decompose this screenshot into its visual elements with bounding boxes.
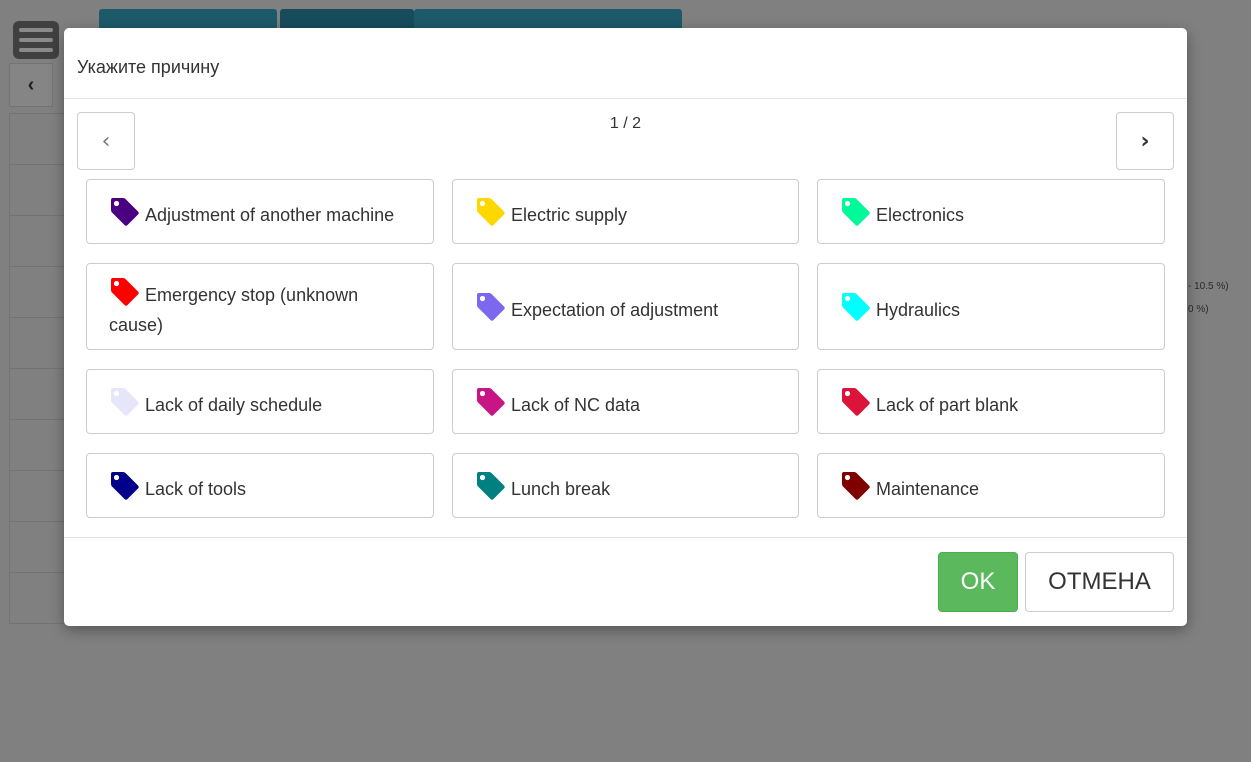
- reason-dialog: Укажите причину ‹ 1 / 2 › Adjustment of …: [64, 28, 1187, 626]
- reason-button[interactable]: Lack of NC data: [452, 369, 799, 434]
- background-table-row: [9, 113, 67, 164]
- background-table-row: [9, 521, 67, 572]
- background-table-row: [9, 215, 67, 266]
- reason-label: Adjustment of another machine: [145, 204, 395, 225]
- reason-button[interactable]: Expectation of adjustment: [452, 263, 799, 350]
- reason-grid: Adjustment of another machine Electric su…: [86, 179, 1165, 537]
- reason-label: Electronics: [876, 204, 965, 225]
- background-table-row: [9, 419, 67, 470]
- reason-label: Lack of tools: [145, 478, 247, 499]
- reason-content: Lunch break: [475, 470, 610, 504]
- reason-button[interactable]: Lunch break: [452, 453, 799, 518]
- reason-label: Lack of part blank: [876, 394, 1019, 415]
- dialog-title: Укажите причину: [77, 57, 220, 77]
- reason-button[interactable]: Lack of part blank: [817, 369, 1165, 434]
- tag-icon: [111, 387, 139, 416]
- reason-label: Lunch break: [511, 478, 611, 499]
- tag-icon: [842, 471, 870, 500]
- background-table-row: [9, 572, 67, 624]
- reason-content: Adjustment of another machine: [109, 196, 394, 230]
- footer-divider: [64, 537, 1187, 538]
- reason-label: Lack of daily schedule: [145, 394, 323, 415]
- background-table-row: [9, 266, 67, 317]
- reason-button[interactable]: Adjustment of another machine: [86, 179, 434, 244]
- tag-icon: [842, 292, 870, 321]
- reason-button[interactable]: Lack of daily schedule: [86, 369, 434, 434]
- ok-button[interactable]: OK: [938, 552, 1018, 612]
- cancel-button[interactable]: ОТМЕНА: [1025, 552, 1174, 612]
- background-legend-text: 0 %): [1188, 304, 1209, 315]
- hamburger-menu-icon[interactable]: [13, 21, 59, 59]
- reason-content: Lack of NC data: [475, 386, 640, 420]
- tag-icon: [477, 292, 505, 321]
- reason-label: Expectation of adjustment: [511, 299, 719, 320]
- reason-button[interactable]: Hydraulics: [817, 263, 1165, 350]
- reason-content: Lack of part blank: [840, 386, 1018, 420]
- background-table-row: [9, 317, 67, 368]
- tag-icon: [111, 277, 139, 306]
- background-table: [9, 113, 67, 624]
- page-indicator: 1 / 2: [609, 115, 642, 132]
- background-back-button: ‹: [9, 63, 53, 107]
- background-table-row: [9, 368, 67, 419]
- reason-button[interactable]: Emergency stop (unknown cause): [86, 263, 434, 350]
- reason-label: Hydraulics: [876, 299, 961, 320]
- reason-content: Lack of daily schedule: [109, 386, 322, 420]
- tag-icon: [111, 471, 139, 500]
- next-page-button[interactable]: ›: [1116, 112, 1174, 170]
- reason-button[interactable]: Maintenance: [817, 453, 1165, 518]
- tag-icon: [477, 387, 505, 416]
- background-table-row: [9, 470, 67, 521]
- chevron-right-icon: ›: [1140, 128, 1150, 154]
- reason-content: Maintenance: [840, 470, 979, 504]
- reason-content: Electronics: [840, 196, 964, 230]
- background-table-row: [9, 164, 67, 215]
- reason-content: Electric supply: [475, 196, 627, 230]
- reason-label: Lack of NC data: [511, 394, 641, 415]
- reason-label: Electric supply: [511, 204, 628, 225]
- reason-content: Hydraulics: [840, 291, 960, 325]
- tag-icon: [477, 471, 505, 500]
- reason-button[interactable]: Electric supply: [452, 179, 799, 244]
- header-divider: [64, 98, 1187, 99]
- reason-content: Emergency stop (unknown cause): [109, 276, 413, 340]
- reason-content: Lack of tools: [109, 470, 246, 504]
- reason-label: Emergency stop (unknown cause): [109, 284, 359, 335]
- reason-button[interactable]: Electronics: [817, 179, 1165, 244]
- tag-icon: [111, 197, 139, 226]
- reason-button[interactable]: Lack of tools: [86, 453, 434, 518]
- tag-icon: [842, 387, 870, 416]
- background-legend-text: - 10.5 %): [1188, 281, 1229, 292]
- tag-icon: [477, 197, 505, 226]
- reason-content: Expectation of adjustment: [475, 291, 718, 325]
- reason-label: Maintenance: [876, 478, 980, 499]
- tag-icon: [842, 197, 870, 226]
